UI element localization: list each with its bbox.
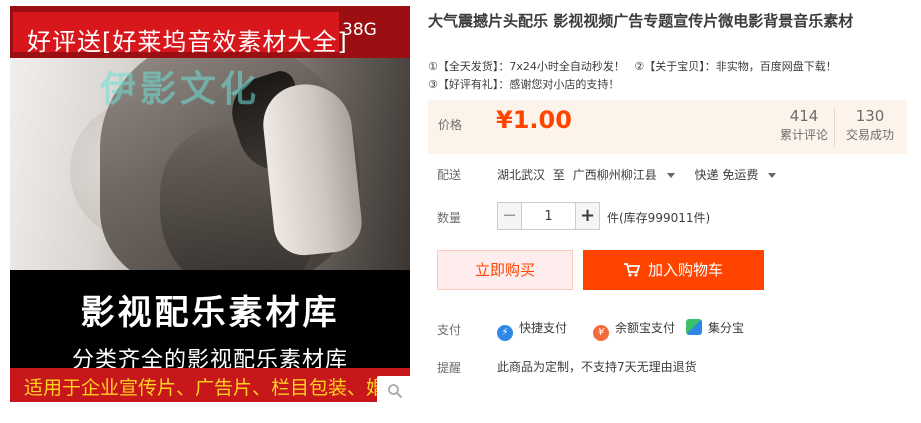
feature-item: ③【好评有礼】：感谢您对小店的支持！ — [428, 78, 620, 91]
quantity-label: 数量 — [437, 211, 462, 225]
payment-jifenbao: 集分宝 — [686, 319, 744, 336]
promo-banner-box: 好评送[好莱坞音效素材大全] — [13, 12, 347, 56]
quantity-decrease-button[interactable]: − — [497, 202, 522, 230]
image-usage-text: 适用于企业宣传片、广告片、栏目包装、婚礼婚庆 — [24, 377, 410, 399]
payment-method-label: 余额宝支付 — [615, 321, 676, 335]
sales-label: 交易成功 — [846, 128, 895, 142]
quantity-stock: 件(库存999011件) — [607, 211, 711, 225]
reviews-count: 414 — [789, 107, 819, 125]
price-label: 价格 — [438, 118, 463, 132]
feature-item: ①【全天发货】：7x24小时全自动秒发！ — [428, 60, 625, 73]
reminder-text: 此商品为定制，不支持7天无理由退货 — [497, 360, 697, 374]
product-main-image[interactable]: 好评送[好莱坞音效素材大全] 38G 伊影文化 影视配乐素材库 分类齐全的影视配… — [10, 6, 410, 402]
chevron-down-icon — [666, 173, 675, 178]
promo-banner-text: 好评送[好莱坞音效素材大全] — [27, 28, 348, 56]
shipping-to-word: 至 — [552, 168, 565, 182]
add-to-cart-label: 加入购物车 — [647, 261, 723, 279]
promo-banner: 好评送[好莱坞音效素材大全] 38G — [10, 6, 410, 58]
sales-count: 130 — [855, 107, 885, 125]
cart-icon — [623, 263, 640, 277]
shipping-origin: 湖北武汉 — [497, 168, 546, 182]
shipping-destination-select[interactable]: 广西柳州柳江县 — [573, 168, 687, 182]
sales-stat: 130 交易成功 — [846, 106, 894, 144]
payment-method-label: 集分宝 — [708, 321, 745, 335]
add-to-cart-button[interactable]: 加入购物车 — [583, 250, 764, 290]
buy-now-button[interactable]: 立即购买 — [437, 250, 573, 290]
payment-label: 支付 — [437, 323, 462, 337]
magnifier-icon — [388, 384, 403, 399]
image-headline: 影视配乐素材库 — [80, 293, 340, 333]
shipping-label: 配送 — [437, 168, 462, 182]
promo-banner-size: 38G — [342, 20, 377, 40]
jifenbao-icon — [686, 319, 702, 335]
price-panel: 价格 ¥1.00 414 累计评论 130 交易成功 — [428, 100, 907, 154]
payment-quick: ⚡ 快捷支付 — [497, 319, 567, 341]
reminder-label: 提醒 — [437, 361, 462, 375]
shipping-method: 快递 免运费 — [694, 168, 759, 182]
payment-method-label: 快捷支付 — [519, 321, 568, 335]
stat-divider — [834, 108, 835, 146]
zoom-button[interactable] — [377, 376, 413, 406]
feature-item: ②【关于宝贝】：非实物，百度网盘下载！ — [634, 60, 837, 73]
reviews-stat[interactable]: 414 累计评论 — [780, 106, 828, 144]
lightning-icon: ⚡ — [497, 325, 513, 341]
image-usage-strip: 适用于企业宣传片、广告片、栏目包装、婚礼婚庆 — [10, 368, 410, 402]
payment-yuebao: ¥ 余额宝支付 — [593, 319, 675, 341]
chevron-down-icon — [768, 173, 777, 178]
money-bag-icon: ¥ — [593, 325, 609, 341]
price-value: ¥1.00 — [496, 106, 572, 134]
shop-watermark: 伊影文化 — [100, 69, 261, 110]
shipping-destination: 广西柳州柳江县 — [572, 168, 657, 182]
quantity-increase-button[interactable]: + — [575, 202, 600, 230]
quantity-input[interactable] — [521, 202, 576, 230]
photo-hand — [259, 79, 365, 259]
shipping-method-select[interactable]: 快递 免运费 — [695, 168, 789, 182]
product-features: ①【全天发货】：7x24小时全自动秒发！ ②【关于宝贝】：非实物，百度网盘下载！… — [428, 58, 908, 94]
product-title: 大气震撼片头配乐 影视视频广告专题宣传片微电影背景音乐素材 — [428, 12, 854, 30]
shipping-row: 湖北武汉 至 广西柳州柳江县 快递 免运费 — [497, 166, 792, 183]
reviews-label: 累计评论 — [780, 128, 829, 142]
